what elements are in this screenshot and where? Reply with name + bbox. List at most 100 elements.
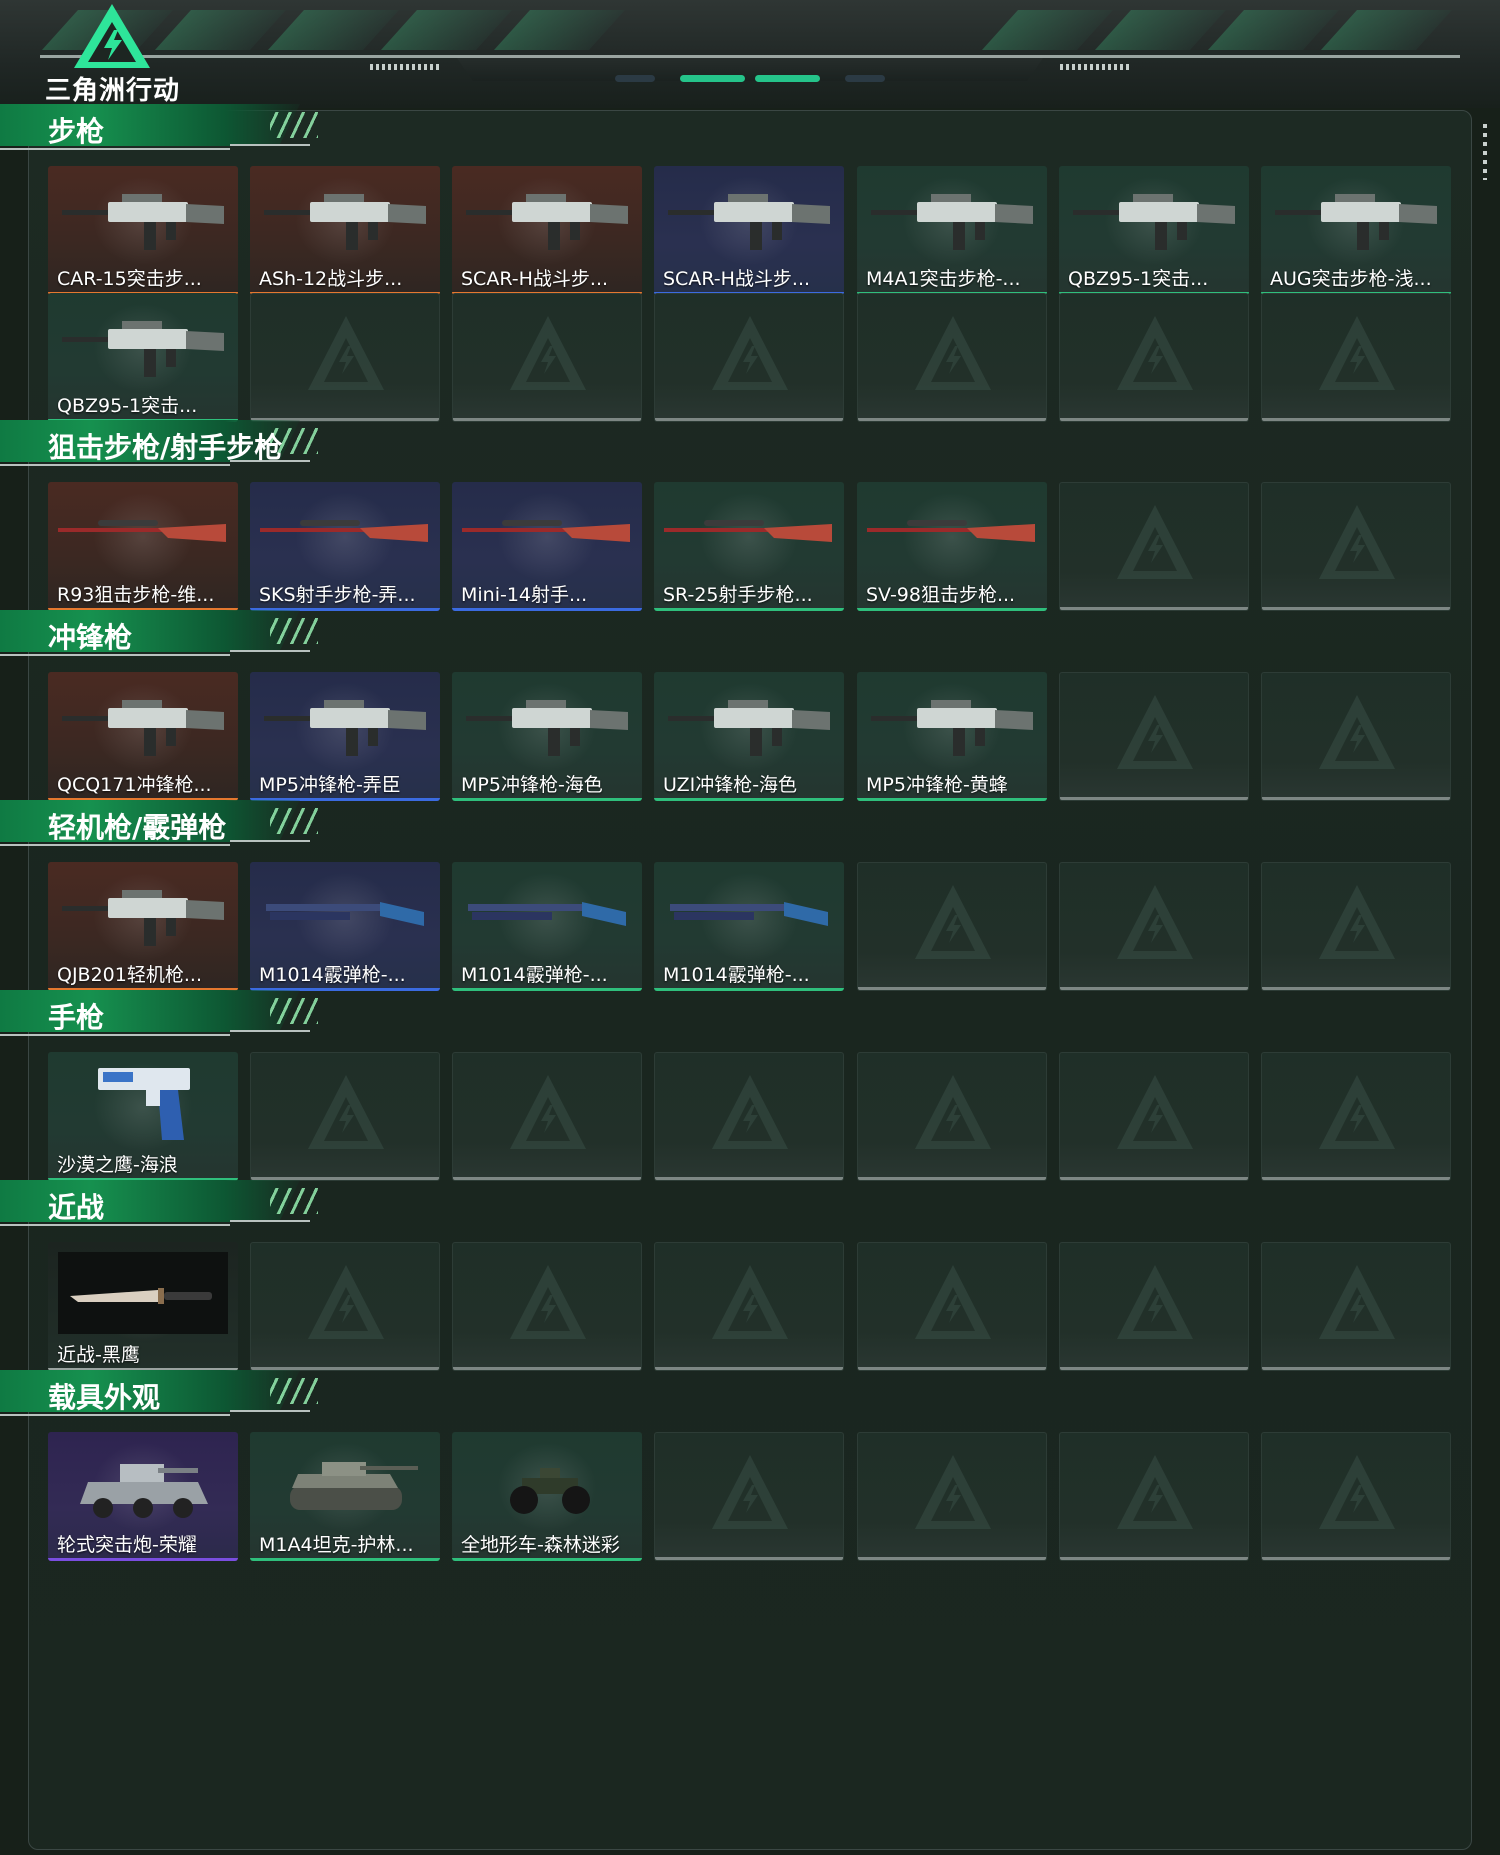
empty-slot[interactable]: [452, 293, 642, 422]
placeholder-logo-icon: [308, 1265, 384, 1339]
section-header: 轻机枪/霰弹枪: [0, 800, 330, 852]
item-card[interactable]: QCQ171冲锋枪...: [48, 672, 238, 801]
rarity-bar: [452, 608, 642, 611]
empty-slot[interactable]: [857, 1052, 1047, 1181]
empty-slot[interactable]: [1059, 672, 1249, 801]
item-card[interactable]: M1014霰弹枪-...: [452, 862, 642, 991]
placeholder-logo-icon: [1117, 316, 1193, 390]
item-card[interactable]: SR-25射手步枪...: [654, 482, 844, 611]
item-card[interactable]: R93狙击步枪-维...: [48, 482, 238, 611]
rarity-bar: [250, 1558, 440, 1561]
empty-slot[interactable]: [250, 1242, 440, 1371]
empty-slot[interactable]: [654, 1052, 844, 1181]
empty-slot[interactable]: [857, 862, 1047, 991]
item-name: SV-98狙击步枪...: [866, 584, 1016, 606]
item-card[interactable]: Mini-14射手...: [452, 482, 642, 611]
item-card[interactable]: 近战-黑鹰: [48, 1242, 238, 1371]
empty-slot[interactable]: [1261, 482, 1451, 611]
rarity-bar: [48, 1558, 238, 1561]
item-card[interactable]: QBZ95-1突击...: [48, 293, 238, 422]
placeholder-logo-icon: [510, 1075, 586, 1149]
empty-slot[interactable]: [654, 1432, 844, 1561]
empty-slot[interactable]: [250, 1052, 440, 1181]
item-card[interactable]: M1014霰弹枪-...: [654, 862, 844, 991]
placeholder-logo-icon: [1319, 316, 1395, 390]
rarity-bar: [654, 798, 844, 801]
item-card[interactable]: ASh-12战斗步...: [250, 166, 440, 295]
app-header: 三角洲行动: [0, 0, 1500, 108]
item-card[interactable]: MP5冲锋枪-黄蜂: [857, 672, 1047, 801]
empty-slot[interactable]: [857, 1432, 1047, 1561]
placeholder-logo-icon: [510, 1265, 586, 1339]
section-title: 近战: [48, 1191, 105, 1224]
section-header: 手枪: [0, 990, 330, 1042]
item-card[interactable]: M4A1突击步枪-...: [857, 166, 1047, 295]
header-decor-right: [981, 10, 1453, 50]
item-name: 全地形车-森林迷彩: [461, 1534, 620, 1556]
empty-slot[interactable]: [1261, 1432, 1451, 1561]
item-name: SCAR-H战斗步...: [663, 268, 811, 290]
section-title: 步枪: [48, 115, 105, 148]
placeholder-logo-icon: [915, 1265, 991, 1339]
empty-slot[interactable]: [1261, 1052, 1451, 1181]
section-title: 手枪: [48, 1001, 105, 1034]
empty-slot[interactable]: [1261, 293, 1451, 422]
item-card[interactable]: SV-98狙击步枪...: [857, 482, 1047, 611]
empty-slot[interactable]: [1059, 482, 1249, 611]
item-name: M1014霰弹枪-...: [259, 964, 406, 986]
item-name: MP5冲锋枪-海色: [461, 774, 603, 796]
item-card[interactable]: 沙漠之鹰-海浪: [48, 1052, 238, 1181]
empty-slot[interactable]: [452, 1052, 642, 1181]
item-card[interactable]: CAR-15突击步...: [48, 166, 238, 295]
item-card[interactable]: 全地形车-森林迷彩: [452, 1432, 642, 1561]
section-title: 载具外观: [48, 1381, 161, 1414]
scroll-indicator[interactable]: [1483, 124, 1487, 180]
item-card[interactable]: QJB201轻机枪...: [48, 862, 238, 991]
item-name: UZI冲锋枪-海色: [663, 774, 798, 796]
placeholder-logo-icon: [308, 316, 384, 390]
placeholder-logo-icon: [1117, 505, 1193, 579]
rarity-bar: [452, 798, 642, 801]
item-card[interactable]: UZI冲锋枪-海色: [654, 672, 844, 801]
empty-slot[interactable]: [1059, 862, 1249, 991]
section-header: 近战: [0, 1180, 330, 1232]
item-name: SKS射手步枪-弄...: [259, 584, 416, 606]
item-card[interactable]: MP5冲锋枪-弄臣: [250, 672, 440, 801]
placeholder-logo-icon: [1319, 1455, 1395, 1529]
item-card[interactable]: AUG突击步枪-浅...: [1261, 166, 1451, 295]
rarity-bar: [452, 1558, 642, 1561]
empty-slot[interactable]: [654, 293, 844, 422]
empty-slot[interactable]: [1261, 862, 1451, 991]
empty-slot[interactable]: [1059, 1052, 1249, 1181]
section-header: 冲锋枪: [0, 610, 330, 662]
item-card[interactable]: 轮式突击炮-荣耀: [48, 1432, 238, 1561]
section-header: 狙击步枪/射手步枪: [0, 420, 330, 472]
section-title: 冲锋枪: [48, 621, 133, 654]
empty-slot[interactable]: [452, 1242, 642, 1371]
empty-slot[interactable]: [1059, 1242, 1249, 1371]
empty-slot[interactable]: [1261, 1242, 1451, 1371]
empty-slot[interactable]: [654, 1242, 844, 1371]
empty-slot[interactable]: [1059, 293, 1249, 422]
section-header: 载具外观: [0, 1370, 330, 1422]
empty-slot[interactable]: [857, 1242, 1047, 1371]
empty-slot[interactable]: [1059, 1432, 1249, 1561]
item-name: MP5冲锋枪-弄臣: [259, 774, 401, 796]
item-card[interactable]: SKS射手步枪-弄...: [250, 482, 440, 611]
item-card[interactable]: SCAR-H战斗步...: [654, 166, 844, 295]
item-name: 近战-黑鹰: [57, 1344, 140, 1366]
placeholder-logo-icon: [915, 1075, 991, 1149]
item-name: 沙漠之鹰-海浪: [57, 1154, 178, 1176]
item-card[interactable]: QBZ95-1突击...: [1059, 166, 1249, 295]
empty-slot[interactable]: [1261, 672, 1451, 801]
rarity-bar: [857, 798, 1047, 801]
empty-slot[interactable]: [250, 293, 440, 422]
empty-slot[interactable]: [857, 293, 1047, 422]
item-card[interactable]: MP5冲锋枪-海色: [452, 672, 642, 801]
placeholder-logo-icon: [1319, 1075, 1395, 1149]
section-header: 步枪: [0, 104, 330, 156]
item-card[interactable]: M1A4坦克-护林...: [250, 1432, 440, 1561]
item-card[interactable]: SCAR-H战斗步...: [452, 166, 642, 295]
placeholder-logo-icon: [915, 885, 991, 959]
item-card[interactable]: M1014霰弹枪-...: [250, 862, 440, 991]
